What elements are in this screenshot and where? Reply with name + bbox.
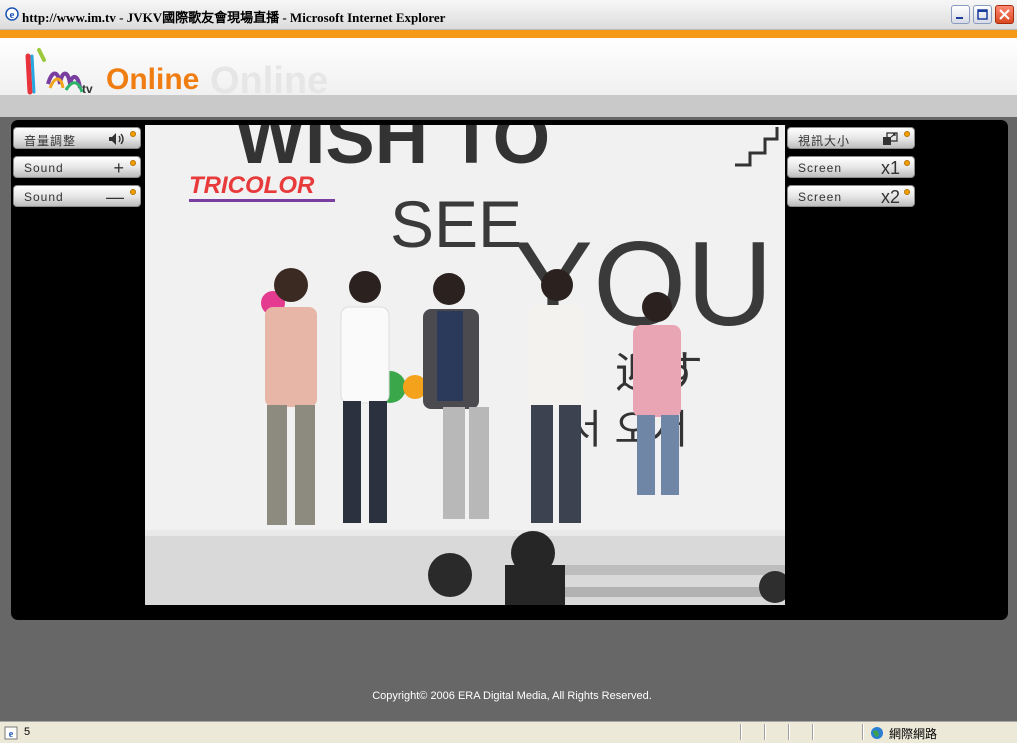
accent-strip — [0, 30, 1017, 38]
sound-down-label: Sound — [24, 190, 64, 204]
screen-x1-button[interactable]: Screen x1 — [787, 156, 915, 178]
sound-down-button[interactable]: Sound — — [13, 185, 141, 207]
close-icon — [999, 9, 1010, 20]
status-divider — [740, 724, 742, 740]
screen-x2-label: Screen — [798, 190, 843, 204]
video-frame-image: WISH TO SEE YOU 迎す 서 오서 TRICOLOR — [145, 125, 785, 605]
status-text: 5 — [24, 726, 31, 738]
security-zone-label: 網際網路 — [889, 727, 938, 741]
page-icon: e — [4, 726, 18, 740]
site-header: tv Online Online — [0, 38, 1017, 96]
logo-brand: Online — [106, 63, 199, 96]
sound-up-button[interactable]: Sound + — [13, 156, 141, 178]
video-player[interactable]: WISH TO SEE YOU 迎す 서 오서 TRICOLOR — [145, 125, 785, 605]
backdrop-line-1: WISH TO — [235, 125, 550, 179]
screen-x2-button[interactable]: Screen x2 — [787, 185, 915, 207]
logo-sub: tv — [82, 82, 93, 96]
logo-ghost: Online — [210, 60, 328, 96]
window-titlebar: e http://www.im.tv - JVKV國際歌友會現場直播 - Mic… — [0, 0, 1017, 30]
status-dot-icon — [130, 160, 136, 166]
volume-adjust-button[interactable]: 音量調整 — [13, 127, 141, 149]
video-size-label: 視訊大小 — [798, 134, 851, 148]
copyright-text: Copyright© 2006 ERA Digital Media, All R… — [372, 690, 652, 702]
resize-icon — [883, 132, 898, 145]
browser-status-bar: e 5 網際網路 — [0, 721, 1017, 743]
minimize-icon — [956, 17, 963, 19]
ie-icon: e — [5, 7, 19, 21]
volume-label: 音量調整 — [24, 134, 77, 148]
screen-x1-symbol: x1 — [880, 158, 900, 178]
sound-up-label: Sound — [24, 161, 64, 175]
window-title: http://www.im.tv - JVKV國際歌友會現場直播 - Micro… — [22, 10, 446, 25]
svg-text:e: e — [10, 9, 15, 21]
imtv-logo[interactable]: tv Online Online — [22, 44, 352, 96]
status-dot-icon — [904, 189, 910, 195]
status-divider — [862, 724, 864, 740]
globe-icon — [871, 727, 883, 739]
screen-x2-symbol: x2 — [880, 187, 900, 207]
svg-text:e: e — [9, 729, 14, 740]
speaker-icon — [109, 133, 124, 145]
status-divider — [812, 724, 814, 740]
status-dot-icon — [904, 131, 910, 137]
maximize-icon — [977, 9, 988, 20]
status-dot-icon — [130, 131, 136, 137]
status-dot-icon — [904, 160, 910, 166]
plus-icon: + — [113, 158, 124, 178]
status-dot-icon — [130, 189, 136, 195]
status-divider — [764, 724, 766, 740]
status-divider — [788, 724, 790, 740]
header-band — [0, 95, 1017, 117]
overlay-logo: TRICOLOR — [189, 172, 315, 199]
screen-x1-label: Screen — [798, 161, 843, 175]
video-size-button[interactable]: 視訊大小 — [787, 127, 915, 149]
minimize-button[interactable] — [951, 5, 970, 24]
minus-icon: — — [106, 187, 124, 207]
maximize-button[interactable] — [973, 5, 992, 24]
backdrop-line-2: SEE — [390, 187, 522, 261]
close-button[interactable] — [995, 5, 1014, 24]
